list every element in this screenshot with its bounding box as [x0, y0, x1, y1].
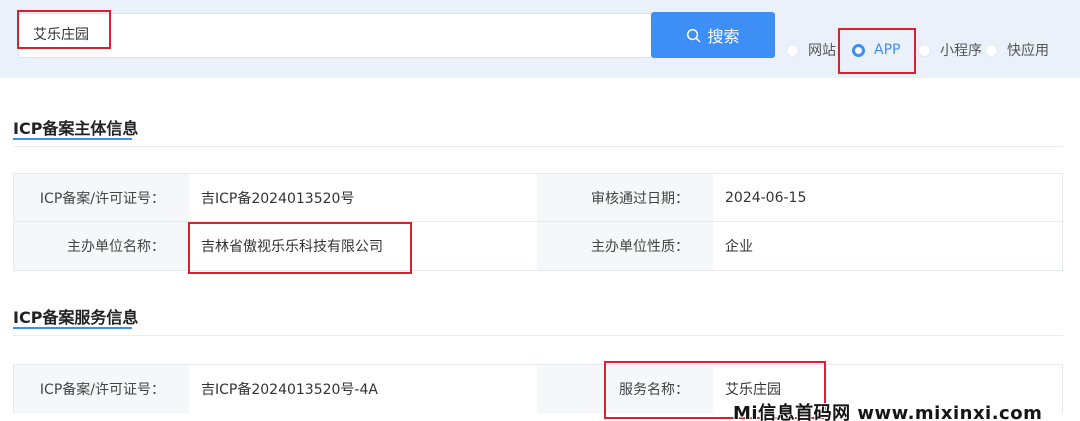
radio-label: 网站 — [808, 43, 836, 59]
label-service-name: 服务名称： — [537, 365, 713, 413]
radio-selected-icon — [852, 43, 865, 57]
label-license-no: ICP备案/许可证号： — [14, 365, 189, 413]
value-organizer-type: 企业 — [713, 222, 1062, 270]
section-title-service: ICP备案服务信息 — [13, 308, 139, 327]
table-row: ICP备案/许可证号： 吉ICP备2024013520号 审核通过日期： 202… — [14, 174, 1062, 222]
radio-mini-program[interactable]: 小程序 — [918, 41, 982, 59]
label-license-no: ICP备案/许可证号： — [14, 174, 189, 221]
divider — [13, 335, 1063, 336]
radio-website[interactable]: 网站 — [786, 41, 836, 59]
radio-circle-icon — [786, 43, 799, 57]
label-organizer-type: 主办单位性质： — [537, 222, 713, 270]
search-button-label: 搜索 — [707, 27, 740, 46]
radio-circle-icon — [918, 43, 931, 57]
section-underline — [13, 138, 132, 140]
radio-label: 小程序 — [940, 43, 982, 59]
radio-app[interactable]: APP — [852, 41, 900, 59]
divider — [13, 146, 1063, 147]
subject-info-table: ICP备案/许可证号： 吉ICP备2024013520号 审核通过日期： 202… — [13, 173, 1063, 271]
table-row: 主办单位名称： 吉林省傲视乐乐科技有限公司 主办单位性质： 企业 — [14, 222, 1062, 270]
search-bar-area: 艾乐庄园 搜索 网站 APP 小程序 快应用 — [0, 0, 1080, 78]
radio-label: APP — [874, 42, 901, 58]
section-underline — [13, 327, 132, 329]
label-organizer-name: 主办单位名称： — [14, 222, 189, 270]
search-icon — [687, 28, 701, 42]
label-approval-date: 审核通过日期： — [537, 174, 713, 221]
radio-quick-app[interactable]: 快应用 — [985, 41, 1049, 59]
radio-circle-icon — [985, 43, 998, 57]
watermark: Mi信息首码网 www.mixinxi.com — [733, 403, 1043, 421]
value-organizer-name: 吉林省傲视乐乐科技有限公司 — [189, 222, 537, 270]
value-license-no: 吉ICP备2024013520号-4A — [189, 365, 537, 413]
search-input[interactable]: 艾乐庄园 — [18, 13, 652, 58]
radio-label: 快应用 — [1007, 43, 1049, 59]
value-license-no: 吉ICP备2024013520号 — [189, 174, 537, 221]
section-title-subject: ICP备案主体信息 — [13, 119, 139, 138]
value-approval-date: 2024-06-15 — [713, 174, 1062, 221]
search-button[interactable]: 搜索 — [651, 12, 775, 58]
